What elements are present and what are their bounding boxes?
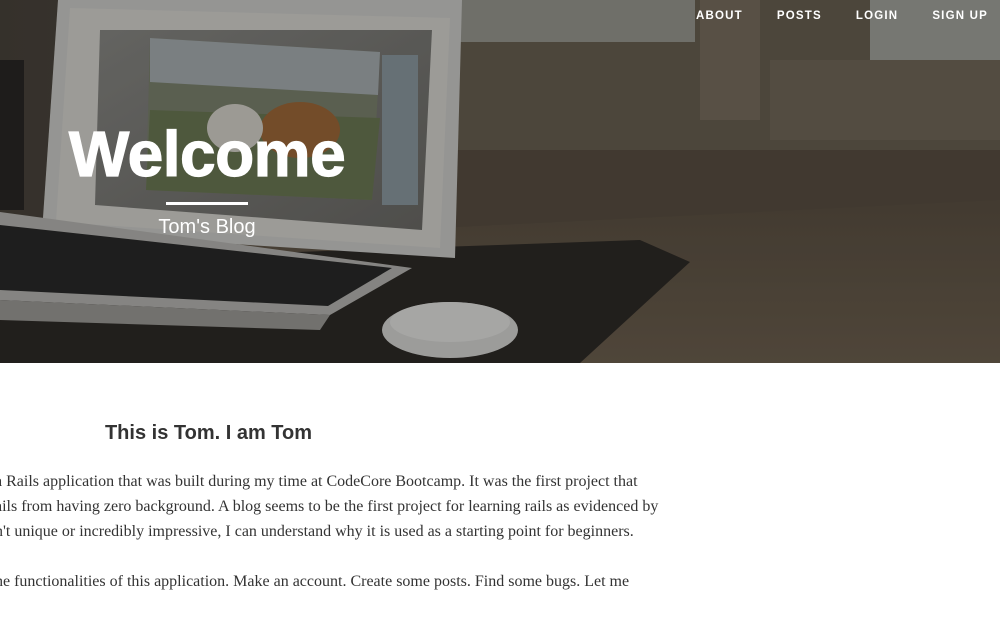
- nav-login-link[interactable]: LOGIN: [822, 10, 898, 22]
- post-paragraph-line: a Rails application that was built durin…: [0, 473, 638, 490]
- site-heading: Welcome Tom's Blog: [42, 114, 372, 239]
- hero-header: ABOUT POSTS LOGIN SIGN UP Welcome Tom's …: [0, 0, 1000, 363]
- top-nav: ABOUT POSTS LOGIN SIGN UP: [662, 10, 988, 22]
- nav-about-link[interactable]: ABOUT: [662, 10, 743, 22]
- nav-posts-link[interactable]: POSTS: [743, 10, 822, 22]
- hero-divider: [166, 202, 248, 205]
- post-paragraph-line: he functionalities of this application. …: [0, 573, 630, 590]
- main-content: This is Tom. I am Tom a Rails applicatio…: [0, 363, 1000, 625]
- post-heading: This is Tom. I am Tom: [104, 422, 313, 444]
- post-paragraph-line: ails from having zero background. A blog…: [0, 498, 659, 515]
- hero-title: Welcome: [68, 117, 346, 190]
- hero-subtitle: Tom's Blog: [158, 216, 256, 238]
- post-body: a Rails application that was built durin…: [0, 469, 715, 594]
- nav-signup-link[interactable]: SIGN UP: [898, 10, 988, 22]
- post-paragraph-line: n't unique or incredibly impressive, I c…: [0, 523, 634, 540]
